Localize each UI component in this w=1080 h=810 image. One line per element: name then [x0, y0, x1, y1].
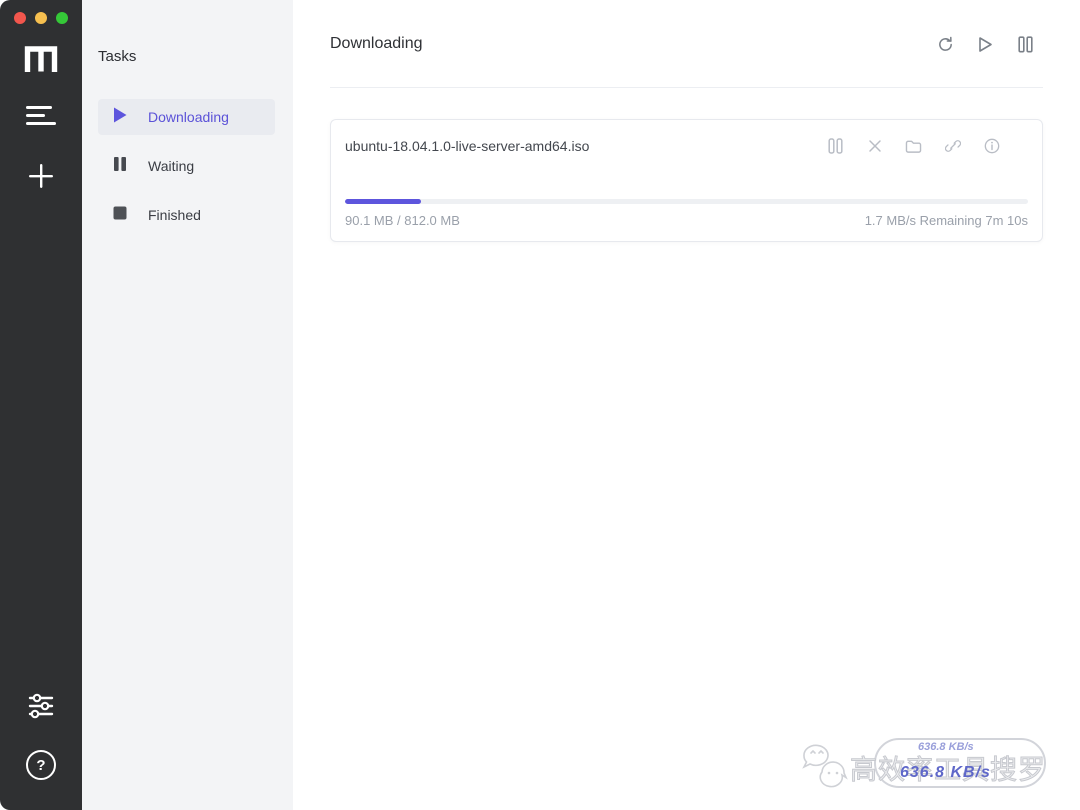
sidebar-item-label: Waiting: [148, 158, 195, 174]
link-icon[interactable]: [944, 138, 961, 155]
watermark-account-name: 高效率工具搜罗: [850, 755, 1046, 786]
wechat-bubbles-icon: [800, 742, 848, 793]
motrix-logo: [23, 44, 59, 72]
watermark-pill-outline: [874, 738, 1046, 788]
folder-icon[interactable]: [905, 138, 922, 155]
tasks-sidebar: Tasks Downloading Waiting Finished: [82, 0, 293, 810]
watermark-speed-small: 636.8 KB/s: [918, 741, 974, 753]
pause-all-icon[interactable]: [1016, 35, 1034, 53]
preferences-icon[interactable]: [27, 692, 55, 720]
resume-all-icon[interactable]: [976, 35, 994, 53]
stop-icon: [113, 205, 127, 226]
info-icon[interactable]: [983, 138, 1000, 155]
page-title: Downloading: [330, 35, 423, 52]
close-task-icon[interactable]: [866, 138, 883, 155]
help-glyph: ?: [36, 756, 46, 774]
pause-icon: [113, 156, 127, 177]
sidebar-item-label: Downloading: [148, 109, 229, 125]
icon-rail: ?: [0, 0, 82, 810]
refresh-icon[interactable]: [936, 35, 954, 53]
main-panel: Downloading ubuntu-18.04.1.0-live-server…: [293, 0, 1080, 810]
traffic-lights: [14, 12, 68, 24]
download-task-card: ubuntu-18.04.1.0-live-server-amd64.iso 9…: [330, 119, 1043, 242]
progress-fill: [345, 199, 421, 204]
sidebar-item-label: Finished: [148, 207, 201, 223]
header-toolbar: [936, 35, 1034, 53]
sidebar-item-downloading[interactable]: Downloading: [98, 99, 275, 135]
close-window-button[interactable]: [14, 12, 26, 24]
zoom-window-button[interactable]: [56, 12, 68, 24]
speed-remaining-text: 1.7 MB/s Remaining 7m 10s: [864, 213, 1028, 228]
sidebar-title: Tasks: [98, 48, 137, 65]
add-task-icon[interactable]: [27, 162, 55, 190]
main-header: Downloading: [293, 0, 1080, 88]
play-icon: [113, 107, 127, 128]
task-list-menu-icon[interactable]: [26, 104, 56, 126]
pause-task-icon[interactable]: [827, 138, 844, 155]
task-actions: [827, 138, 1028, 155]
task-filename: ubuntu-18.04.1.0-live-server-amd64.iso: [345, 138, 590, 154]
help-icon[interactable]: ?: [26, 750, 56, 780]
watermark-speed: 636.8 KB/s: [900, 764, 991, 781]
minimize-window-button[interactable]: [35, 12, 47, 24]
sidebar-item-finished[interactable]: Finished: [98, 197, 275, 233]
motrix-window: ? Tasks Downloading Waiting Finished Dow: [0, 0, 1080, 810]
progress-size-text: 90.1 MB / 812.0 MB: [345, 213, 460, 228]
sidebar-item-waiting[interactable]: Waiting: [98, 148, 275, 184]
watermark: 高效率工具搜罗 636.8 KB/s 636.8 KB/s: [800, 736, 1048, 792]
progress-bar: [345, 199, 1028, 204]
